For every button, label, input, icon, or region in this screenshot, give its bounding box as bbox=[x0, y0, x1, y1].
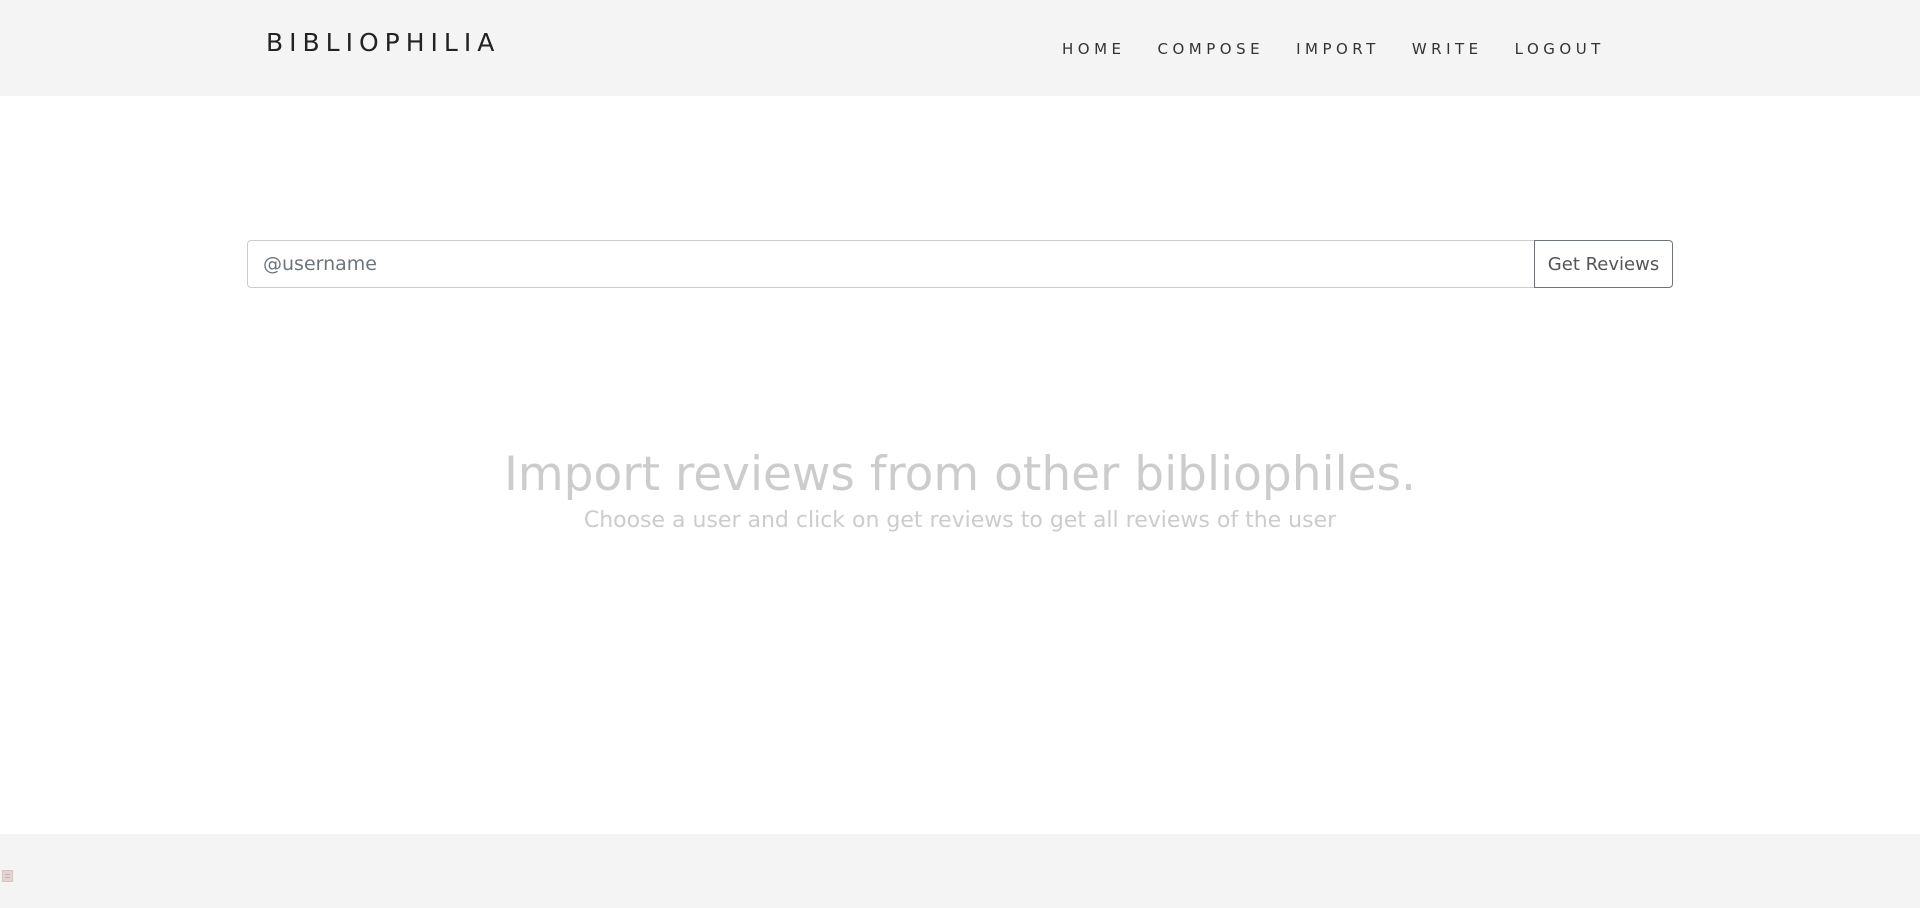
hero-subtitle: Choose a user and click on get reviews t… bbox=[583, 508, 1337, 534]
hero-title: Import reviews from other bibliophiles. bbox=[504, 447, 1416, 502]
brand-logo[interactable]: BIBLIOPHILIA bbox=[266, 28, 500, 57]
nav-link-compose[interactable]: COMPOSE bbox=[1158, 40, 1265, 58]
nav-link-write[interactable]: WRITE bbox=[1412, 40, 1483, 58]
nav-link-logout[interactable]: LOGOUT bbox=[1515, 40, 1605, 58]
import-hero: Import reviews from other bibliophiles. … bbox=[0, 447, 1920, 534]
nav-links: HOME COMPOSE IMPORT WRITE LOGOUT bbox=[1062, 40, 1605, 58]
footer bbox=[0, 834, 1920, 908]
broken-image-icon bbox=[2, 870, 13, 882]
navbar: BIBLIOPHILIA HOME COMPOSE IMPORT WRITE L… bbox=[0, 0, 1920, 96]
nav-link-import[interactable]: IMPORT bbox=[1296, 40, 1380, 58]
nav-link-home[interactable]: HOME bbox=[1062, 40, 1126, 58]
username-search-group: Get Reviews bbox=[247, 240, 1673, 288]
username-input[interactable] bbox=[247, 240, 1534, 288]
get-reviews-button[interactable]: Get Reviews bbox=[1534, 240, 1673, 288]
